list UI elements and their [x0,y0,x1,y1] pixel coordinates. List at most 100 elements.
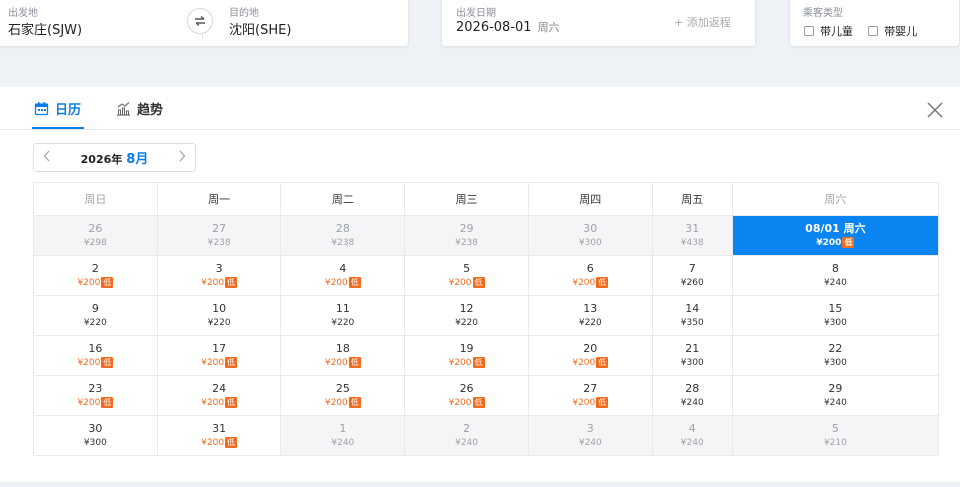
swap-button[interactable] [187,8,213,34]
calendar-day-cell[interactable]: 5 ¥200 低 [404,255,529,296]
day-number: 5 [831,421,839,435]
calendar-day-cell[interactable]: 23 ¥200 低 [33,375,158,416]
with-infant-checkbox[interactable]: 带婴儿 [868,23,917,39]
calendar-day-cell[interactable]: 10 ¥220 [156,295,282,336]
day-price: ¥200 [816,237,842,248]
calendar-day-cell[interactable]: 7 ¥260 [651,255,733,296]
calendar-day-cell[interactable]: 2 ¥200 低 [33,255,158,296]
calendar-day-cell[interactable]: 26 ¥200 低 [404,375,529,416]
calendar-day-cell[interactable]: 27 ¥238 [156,215,282,256]
calendar-day-cell[interactable]: 26 ¥298 [33,215,158,256]
calendar-day-cell[interactable]: 27 ¥200 低 [527,375,653,416]
day-price: ¥240 [823,397,847,408]
weekday-header: 周五 [651,182,733,216]
calendar-day-cell[interactable]: 17 ¥200 低 [156,335,282,376]
calendar-day-cell[interactable]: 31 ¥438 [651,215,733,256]
day-number: 17 [212,341,227,355]
calendar-day-cell[interactable]: 3 ¥200 低 [156,255,282,296]
day-price-row: ¥210 [733,436,938,450]
add-return-button[interactable]: + 添加返程 [674,14,731,30]
close-icon[interactable] [925,100,945,120]
calendar-day-cell[interactable]: 25 ¥200 低 [280,375,406,416]
calendar-day-cell[interactable]: 6 ¥200 低 [527,255,653,296]
day-price: ¥200 [77,357,101,368]
day-price-row: ¥300 [34,436,157,450]
calendar-day-cell[interactable]: 4 ¥240 [651,415,733,456]
chevron-right-icon [179,150,186,161]
calendar-day-cell[interactable]: 29 ¥238 [404,215,529,256]
panel-tabs: 日历 趋势 [0,87,960,130]
calendar-day-cell[interactable]: 14 ¥350 [651,295,733,336]
day-number: 24 [212,381,227,395]
with-child-checkbox[interactable]: 带儿童 [804,23,853,39]
day-price-row: ¥200 低 [158,436,281,450]
day-number: 12 [459,301,474,315]
calendar-day-cell[interactable]: 3 ¥240 [527,415,653,456]
calendar-day-cell[interactable]: 4 ¥200 低 [280,255,406,296]
calendar-week-row: 26 ¥298 27 ¥238 28 ¥238 29 ¥238 30 ¥300 31 ¥438 08/0… [33,215,940,256]
day-number: 10 [212,301,227,315]
prev-month-button[interactable] [34,150,60,166]
day-number: 18 [335,341,350,355]
day-price: ¥220 [331,317,355,328]
day-price-row: ¥200 低 [281,356,404,370]
calendar-day-cell[interactable]: 2 ¥240 [404,415,529,456]
day-price: ¥300 [680,357,704,368]
calendar-day-cell[interactable]: 31 ¥200 低 [156,415,282,456]
calendar-day-cell-selected[interactable]: 08/01 周六 ¥200 低 [731,215,940,256]
day-price: ¥240 [680,397,704,408]
calendar-day-cell[interactable]: 28 ¥240 [651,375,733,416]
calendar-day-cell[interactable]: 19 ¥200 低 [404,335,529,376]
day-number: 4 [339,261,347,275]
calendar-day-cell[interactable]: 28 ¥238 [280,215,406,256]
calendar-day-cell[interactable]: 20 ¥200 低 [527,335,653,376]
calendar-day-cell[interactable]: 1 ¥240 [280,415,406,456]
day-number: 23 [88,381,103,395]
destination-label: 目的地 [229,8,259,19]
destination-field[interactable]: 沈阳(SHE) [229,19,291,38]
day-price-row: ¥300 [529,236,652,250]
day-price-row: ¥300 [733,316,938,330]
tab-calendar[interactable]: 日历 [34,99,81,118]
day-price-row: ¥200 低 [405,396,528,410]
day-price: ¥300 [823,357,847,368]
day-price-row: ¥200 低 [405,276,528,290]
day-price: ¥438 [680,237,704,248]
tab-trend[interactable]: 趋势 [116,99,163,118]
day-price-row: ¥200 低 [529,356,652,370]
lowest-price-badge: 低 [596,276,609,288]
calendar-day-cell[interactable]: 8 ¥240 [731,255,940,296]
calendar-day-cell[interactable]: 5 ¥210 [731,415,940,456]
calendar-week-row: 16 ¥200 低 17 ¥200 低 18 ¥200 低 19 ¥200 低 20 ¥200 低 21 ¥30… [33,335,940,376]
day-number: 30 [88,421,103,435]
day-price-row: ¥220 [34,316,157,330]
day-number: 2 [91,261,99,275]
calendar-day-cell[interactable]: 22 ¥300 [731,335,940,376]
calendar-day-cell[interactable]: 16 ¥200 低 [33,335,158,376]
depart-date-field[interactable]: 2026-08-01 周六 [456,19,560,35]
day-price-row: ¥240 [733,396,938,410]
next-month-button[interactable] [169,150,195,166]
calendar-day-cell[interactable]: 30 ¥300 [527,215,653,256]
calendar-day-cell[interactable]: 11 ¥220 [280,295,406,336]
calendar-day-cell[interactable]: 24 ¥200 低 [156,375,282,416]
day-price: ¥300 [83,437,107,448]
lowest-price-badge: 低 [472,356,485,368]
calendar-day-cell[interactable]: 18 ¥200 低 [280,335,406,376]
origin-field[interactable]: 石家庄(SJW) [8,19,82,38]
day-number: 27 [583,381,598,395]
calendar-day-cell[interactable]: 15 ¥300 [731,295,940,336]
day-number: 21 [685,341,700,355]
day-price-row: ¥240 [529,436,652,450]
day-price-row: ¥240 [733,276,938,290]
calendar-day-cell[interactable]: 13 ¥220 [527,295,653,336]
lowest-price-badge: 低 [101,276,114,288]
swap-arrows-icon [195,15,205,27]
calendar-day-cell[interactable]: 9 ¥220 [33,295,158,336]
day-price-row: ¥438 [653,236,732,250]
calendar-day-cell[interactable]: 21 ¥300 [651,335,733,376]
calendar-day-cell[interactable]: 29 ¥240 [731,375,940,416]
calendar-day-cell[interactable]: 30 ¥300 [33,415,158,456]
day-price: ¥238 [455,237,479,248]
calendar-day-cell[interactable]: 12 ¥220 [404,295,529,336]
